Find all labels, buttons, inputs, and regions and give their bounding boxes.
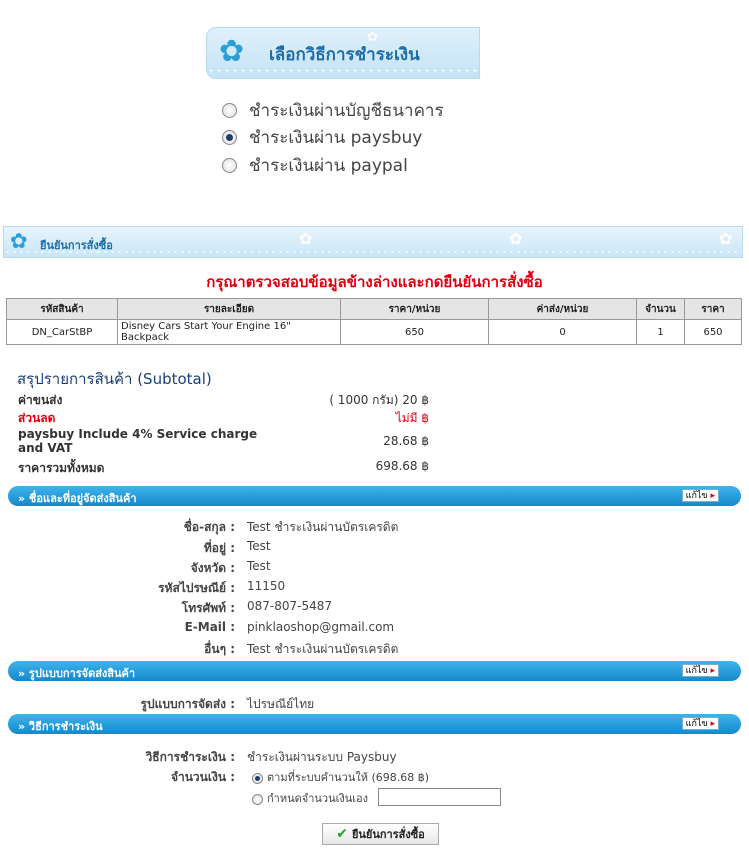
address-section-bar: » ชื่อและที่อยู่จัดส่งสินค้า แก้ไข ▸	[8, 486, 741, 506]
flower-icon: ✿	[299, 229, 313, 248]
shipping-cost-label: ค่าขนส่ง	[18, 393, 63, 407]
radio-icon[interactable]	[222, 102, 237, 118]
custom-amount-input[interactable]	[378, 788, 501, 806]
field-label: รหัสไปรษณีย์ :	[158, 581, 235, 595]
field-label: จังหวัด :	[190, 561, 235, 575]
edit-label: แก้ไข	[685, 491, 708, 501]
confirm-order-button[interactable]: ✔ ยืนยันการสั่งซื้อ	[322, 823, 439, 845]
payment-method-value: ชำระเงินผ่านระบบ Paysbuy	[247, 750, 397, 764]
field-label: อื่นๆ :	[204, 642, 235, 656]
order-table: รหัสสินค้า รายละเอียด ราคา/หน่วย ค่าส่ง/…	[6, 298, 742, 345]
arrow-right-icon: ▸	[710, 719, 715, 729]
col-description: รายละเอียด	[117, 298, 341, 320]
col-quantity: จำนวน	[636, 298, 685, 320]
field-value: Test	[247, 559, 271, 573]
payment-method-banner: ✿ เลือกวิธีการชำระเงิน ✿	[206, 27, 480, 79]
confirm-order-banner: ✿ ยืนยันการสั่งซื้อ ✿ ✿ ✿	[3, 226, 743, 258]
radio-icon[interactable]	[222, 157, 237, 173]
table-row: DN_CarStBP Disney Cars Start Your Engine…	[6, 319, 742, 345]
payment-option-label: ชำระเงินผ่าน paysbuy	[249, 127, 423, 148]
payment-method-title: เลือกวิธีการชำระเงิน	[269, 45, 420, 65]
shipping-method-label: รูปแบบการจัดส่ง :	[140, 697, 235, 711]
arrow-right-icon: ▸	[710, 491, 715, 501]
field-label: ชื่อ-สกุล :	[183, 520, 235, 534]
shipping-section-title: » รูปแบบการจัดส่งสินค้า	[18, 667, 136, 680]
discount-label: ส่วนลด	[18, 411, 56, 425]
radio-selected-icon[interactable]	[222, 129, 237, 145]
table-header-row: รหัสสินค้า รายละเอียด ราคา/หน่วย ค่าส่ง/…	[6, 298, 742, 320]
field-value: Test	[247, 539, 271, 553]
field-label: โทรศัพท์ :	[181, 601, 235, 615]
payment-option-paysbuy[interactable]: ชำระเงินผ่าน paysbuy	[222, 125, 422, 149]
field-value: 087-807-5487	[247, 599, 333, 613]
flower-icon: ✿	[219, 34, 245, 69]
cell-description: Disney Cars Start Your Engine 16" Backpa…	[117, 319, 341, 345]
check-icon: ✔	[336, 826, 348, 842]
edit-address-button[interactable]: แก้ไข ▸	[681, 489, 719, 502]
shipping-section-bar: » รูปแบบการจัดส่งสินค้า แก้ไข ▸	[8, 661, 741, 681]
edit-label: แก้ไข	[685, 719, 708, 729]
payment-option-label: ชำระเงินผ่านบัญชีธนาคาร	[249, 100, 444, 121]
field-label: E-Mail :	[184, 620, 235, 634]
amount-option-custom[interactable]: กำหนดจำนวนเงินเอง	[252, 789, 368, 807]
col-unit-shipping: ค่าส่ง/หน่วย	[488, 298, 637, 320]
cell-product-code: DN_CarStBP	[6, 319, 118, 345]
banner-dots	[4, 250, 742, 254]
shipping-method-value: ไปรษณีย์ไทย	[247, 697, 315, 711]
payment-method-label: วิธีการชำระเงิน :	[145, 750, 235, 764]
subtotal-title: สรุปรายการสินค้า (Subtotal)	[17, 370, 212, 388]
service-charge-label: paysbuy Include 4% Service charge and VA…	[18, 427, 258, 455]
amount-option-custom-label: กำหนดจำนวนเงินเอง	[267, 792, 368, 805]
cell-unit-price: 650	[340, 319, 489, 345]
edit-shipping-button[interactable]: แก้ไข ▸	[681, 664, 719, 677]
cell-price: 650	[684, 319, 742, 345]
radio-selected-icon[interactable]	[252, 772, 263, 784]
cell-unit-shipping: 0	[488, 319, 637, 345]
amount-option-auto[interactable]: ตามที่ระบบคำนวนให้ (698.68 ฿)	[252, 768, 429, 786]
edit-label: แก้ไข	[685, 666, 708, 676]
col-unit-price: ราคา/หน่วย	[340, 298, 489, 320]
arrow-right-icon: ▸	[710, 666, 715, 676]
banner-dots	[207, 68, 479, 73]
amount-label: จำนวนเงิน :	[170, 770, 235, 784]
field-value: pinklaoshop@gmail.com	[247, 620, 395, 634]
confirm-order-label: ยืนยันการสั่งซื้อ	[351, 828, 425, 841]
shipping-cost-value: ( 1000 กรัม) 20 ฿	[329, 393, 429, 407]
field-value: Test ชำระเงินผ่านบัตรเครดิต	[247, 520, 399, 534]
cell-quantity: 1	[636, 319, 685, 345]
field-label: ที่อยู่ :	[203, 541, 235, 555]
payment-option-bank[interactable]: ชำระเงินผ่านบัญชีธนาคาร	[222, 98, 444, 122]
payment-option-paypal[interactable]: ชำระเงินผ่าน paypal	[222, 153, 408, 177]
payment-section-title: » วิธีการชำระเงิน	[18, 720, 103, 733]
grand-total-label: ราคารวมทั้งหมด	[18, 461, 105, 475]
flower-icon: ✿	[367, 30, 378, 45]
radio-icon[interactable]	[252, 793, 263, 805]
payment-option-label: ชำระเงินผ่าน paypal	[249, 155, 408, 176]
discount-value: ไม่มี ฿	[395, 411, 429, 425]
edit-payment-button[interactable]: แก้ไข ▸	[681, 717, 719, 730]
field-value: Test ชำระเงินผ่านบัตรเครดิต	[247, 642, 399, 656]
payment-section-bar: » วิธีการชำระเงิน แก้ไข ▸	[8, 714, 741, 734]
field-value: 11150	[247, 579, 286, 593]
amount-option-auto-label: ตามที่ระบบคำนวนให้ (698.68 ฿)	[267, 771, 430, 784]
flower-icon: ✿	[719, 229, 733, 248]
confirm-instruction: กรุณาตรวจสอบข้อมูลข้างล่างและกดยืนยันการ…	[206, 273, 543, 291]
flower-icon: ✿	[509, 229, 523, 248]
service-charge-value: 28.68 ฿	[383, 434, 429, 448]
col-product-code: รหัสสินค้า	[6, 298, 118, 320]
address-section-title: » ชื่อและที่อยู่จัดส่งสินค้า	[18, 492, 137, 505]
col-price: ราคา	[684, 298, 742, 320]
grand-total-value: 698.68 ฿	[375, 459, 429, 473]
